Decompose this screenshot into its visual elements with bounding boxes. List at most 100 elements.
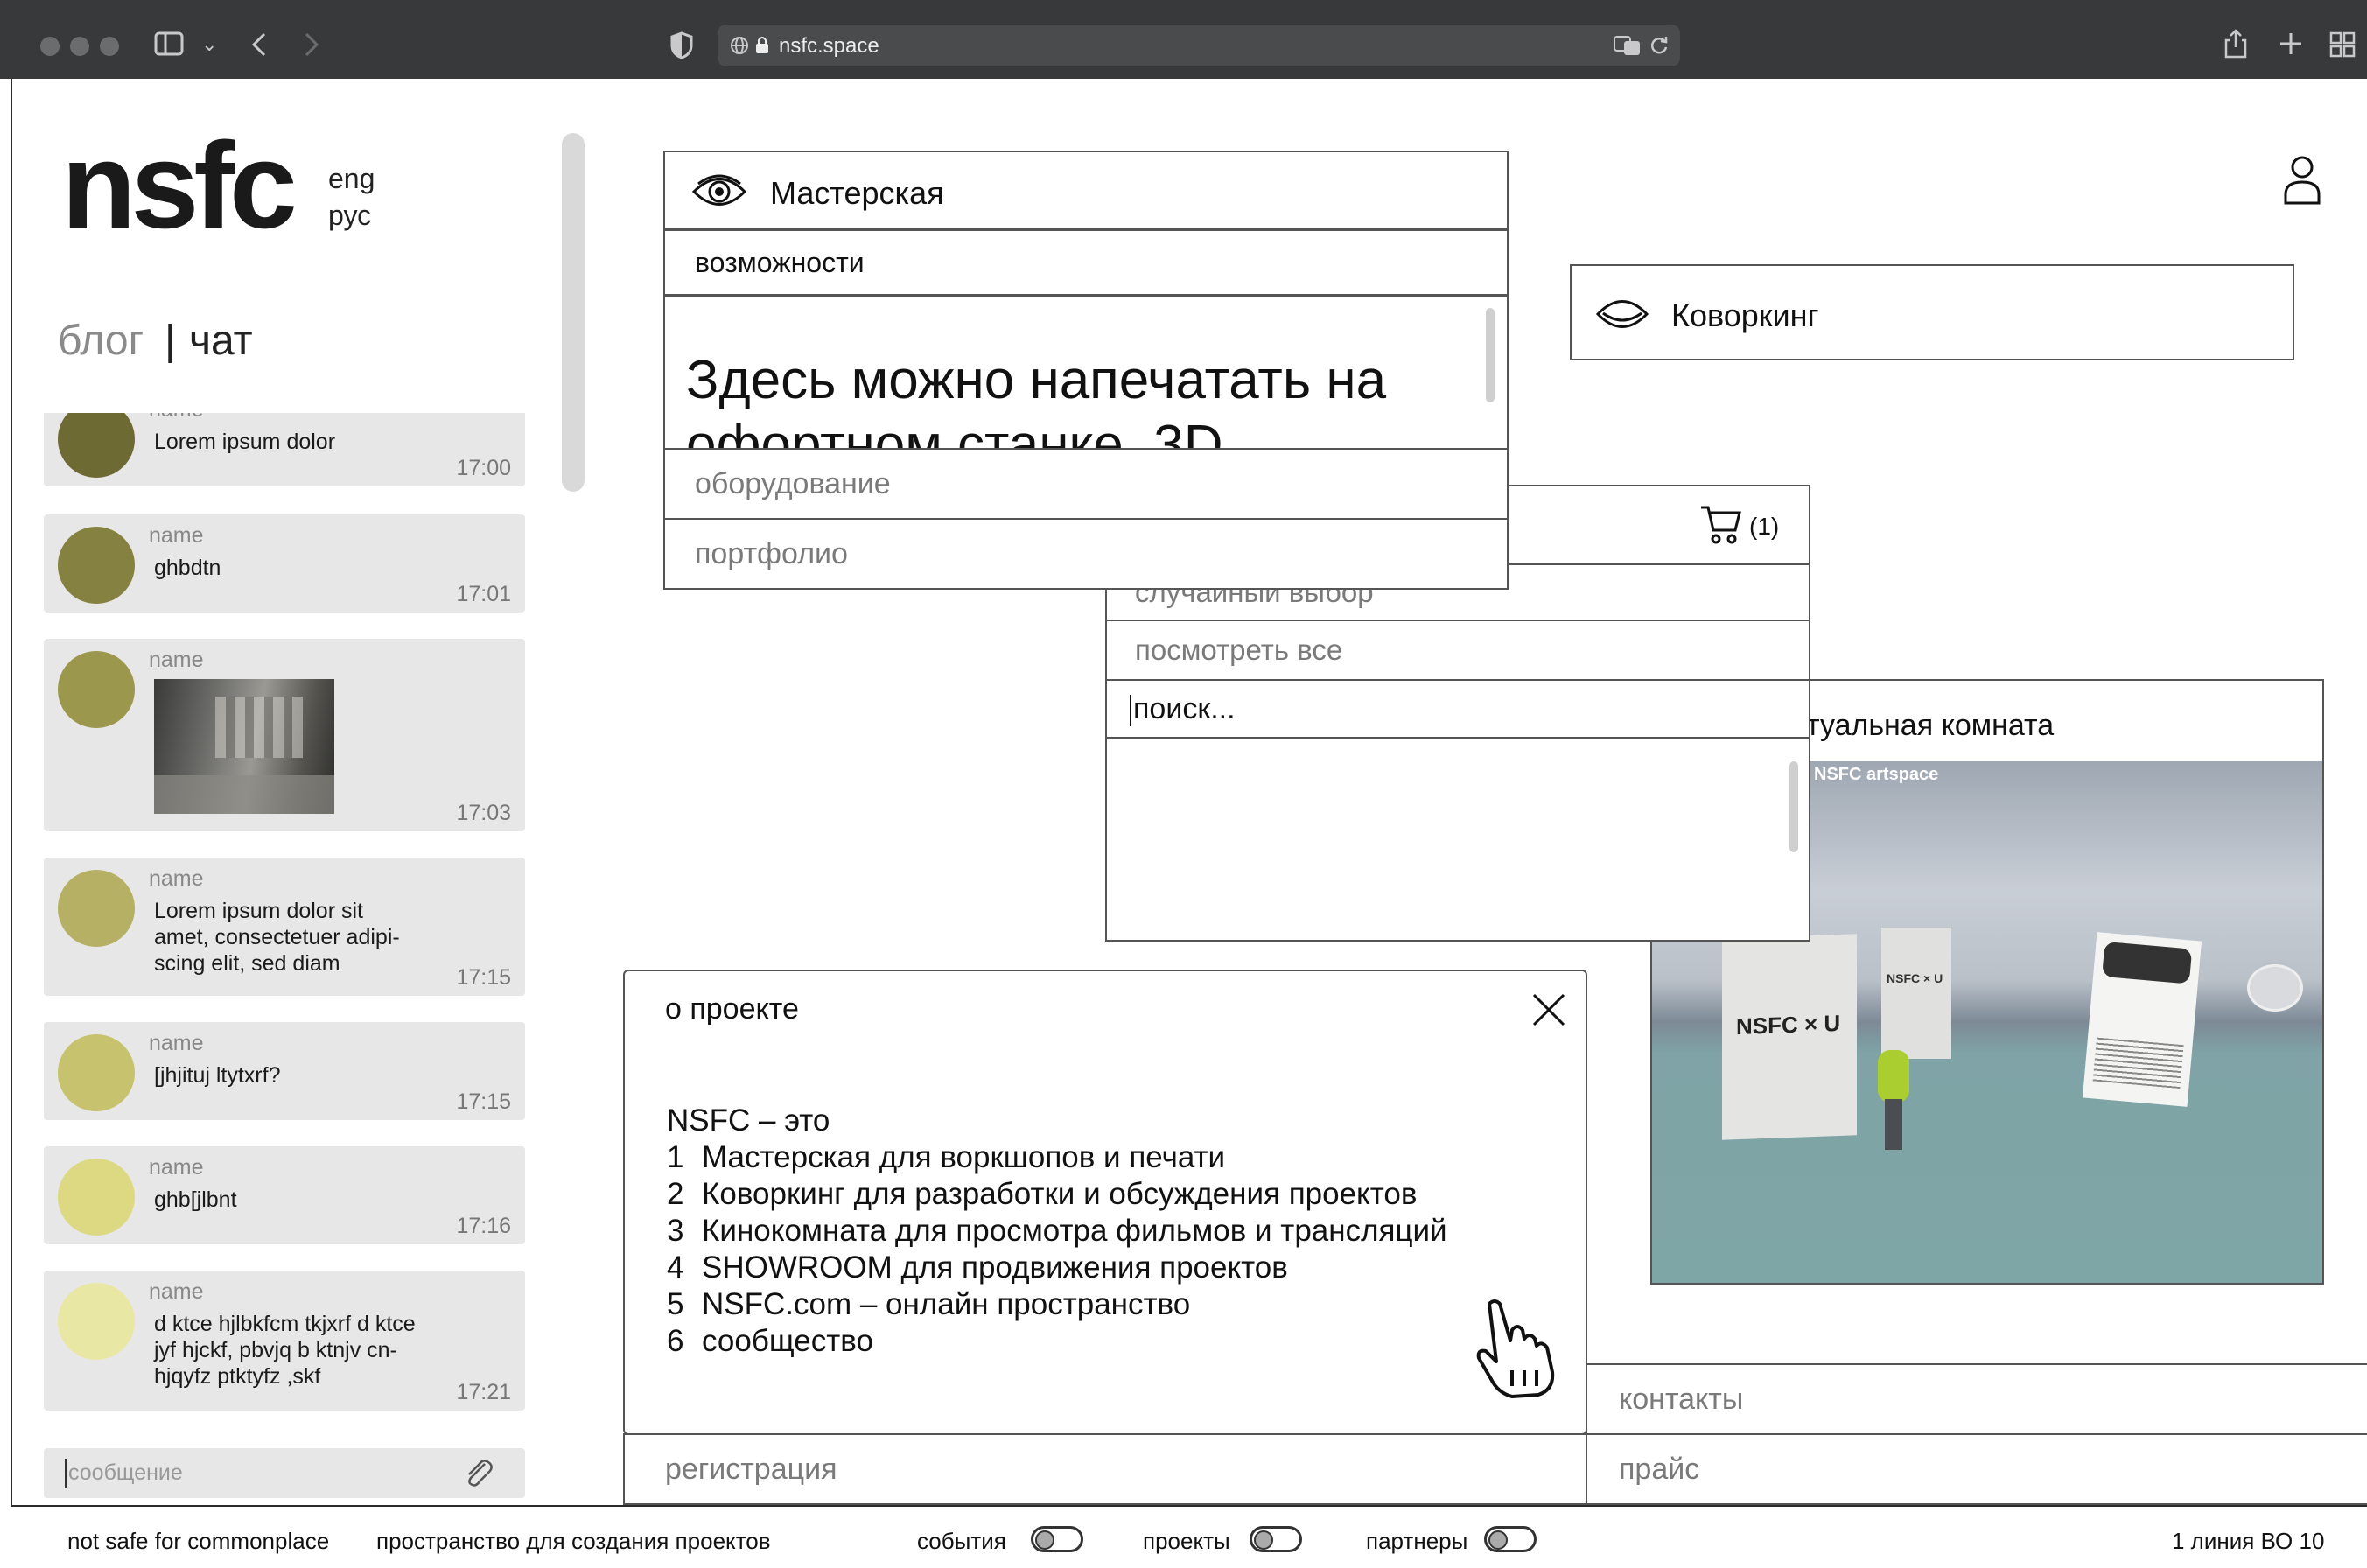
avatar <box>58 1158 135 1236</box>
closed-eye-icon <box>1595 300 1649 328</box>
minimize-window-button[interactable] <box>70 37 89 56</box>
workshop-description: Здесь можно напечатать на офортном станк… <box>663 296 1509 450</box>
tab-overview-icon[interactable] <box>2329 32 2356 58</box>
tab-chat[interactable]: чат <box>189 317 253 365</box>
workshop-tab-equipment[interactable]: оборудование <box>663 448 1509 520</box>
message-time: 17:21 <box>456 1380 511 1404</box>
about-intro: NSFC – это <box>667 1103 830 1138</box>
message-time: 17:01 <box>456 582 511 606</box>
sidebar-toggle-icon[interactable] <box>154 32 186 58</box>
toggle-projects[interactable] <box>1250 1526 1302 1552</box>
message-author: name <box>149 523 204 548</box>
user-icon[interactable] <box>2282 154 2322 205</box>
pointer-hand-icon <box>1476 1299 1555 1398</box>
cart-icon[interactable] <box>1698 502 1742 546</box>
close-window-button[interactable] <box>40 37 60 56</box>
lang-eng-link[interactable]: eng <box>328 163 375 195</box>
message-time: 17:15 <box>456 1089 511 1114</box>
avatar <box>58 1283 135 1360</box>
about-title: о проекте <box>665 992 799 1026</box>
workshop-description-text: Здесь можно напечатать на офортном станк… <box>686 350 1387 450</box>
shop-search-input[interactable]: поиск... <box>1105 679 1810 738</box>
close-icon[interactable] <box>1531 992 1566 1027</box>
avatar-figure <box>1878 1050 1909 1102</box>
lang-rus-link[interactable]: рус <box>328 200 371 232</box>
tab-blog[interactable]: блог <box>58 317 144 365</box>
toggle-events[interactable] <box>1031 1526 1083 1552</box>
message-time: 17:03 <box>456 801 511 825</box>
paperclip-icon[interactable] <box>462 1457 494 1490</box>
toggle-partners-label: партнеры <box>1366 1528 1468 1554</box>
coworking-button[interactable]: Коворкинг <box>1570 264 2294 360</box>
chat-message: name Lorem ipsum dolor sit amet, consect… <box>44 858 525 996</box>
workshop-header[interactable]: Мастерская <box>663 150 1509 229</box>
message-photo[interactable] <box>154 679 334 814</box>
chat-message: name Lorem ipsum dolor 17:00 <box>44 413 525 486</box>
portal-orb[interactable] <box>2247 964 2303 1012</box>
footer-tagline: not safe for commonplace <box>67 1528 330 1554</box>
about-item: 6 сообщество <box>667 1324 873 1358</box>
price-link[interactable]: прайс <box>1586 1433 2367 1505</box>
about-item: 3 Кинокомната для просмотра фильмов и тра… <box>667 1214 1447 1248</box>
footer-address: 1 линия ВО 10 <box>2172 1528 2325 1554</box>
chat-messages: name Lorem ipsum dolor 17:00 name ghbdtn… <box>35 413 538 1498</box>
message-author: name <box>149 648 204 672</box>
zoom-window-button[interactable] <box>100 37 119 56</box>
workshop-title: Мастерская <box>770 175 944 211</box>
coworking-title: Коворкинг <box>1671 298 1819 333</box>
forward-icon[interactable] <box>303 32 320 58</box>
chevron-down-icon[interactable]: ⌄ <box>201 32 217 58</box>
shield-icon[interactable] <box>670 32 693 60</box>
back-icon[interactable] <box>250 32 268 58</box>
avatar <box>58 870 135 947</box>
address-bar[interactable]: nsfc.space <box>718 24 1680 66</box>
chat-message: name [jhjituj ltytxrf? 17:15 <box>44 1022 525 1120</box>
toggle-partners[interactable] <box>1484 1526 1537 1552</box>
avatar-legs <box>1885 1099 1902 1150</box>
workshop-tab-features[interactable]: возможности <box>663 229 1509 296</box>
message-text: ghbdtn <box>154 556 221 580</box>
lock-icon <box>756 37 768 53</box>
chat-message: name 17:03 <box>44 639 525 831</box>
message-author: name <box>149 413 204 423</box>
shop-search-text: поиск... <box>1133 691 1236 725</box>
message-text: d ktce hjlbkfcm tkjxrf d ktce jyf hjckf,… <box>154 1312 416 1389</box>
registration-link[interactable]: регистрация <box>623 1433 1587 1505</box>
virtual-room-title: туальная комната <box>1806 709 2055 742</box>
contacts-link[interactable]: контакты <box>1586 1363 2367 1435</box>
message-time: 17:16 <box>456 1214 511 1238</box>
about-modal: о проекте NSFC – это 1 Мастерская для вор… <box>623 970 1587 1435</box>
message-text: Lorem ipsum dolor sit amet, consectetuer… <box>154 899 400 976</box>
message-input-placeholder: сообщение <box>68 1460 183 1485</box>
about-item: 2 Коворкинг для разработки и обсуждения п… <box>667 1177 1418 1211</box>
shop-view-all-button[interactable]: посмотреть все <box>1105 620 1810 681</box>
text-cursor <box>1130 695 1131 726</box>
footer: not safe for commonplace пространство дл… <box>11 1505 2367 1568</box>
reload-icon[interactable] <box>1649 35 1670 56</box>
about-item: 4 SHOWROOM для продвижения проектов <box>667 1250 1288 1284</box>
new-tab-icon[interactable] <box>2279 32 2303 56</box>
exhibit-poster[interactable] <box>2082 932 2202 1107</box>
exhibit-panel[interactable]: NSFC × U <box>1881 928 1951 1059</box>
globe-icon <box>731 37 748 54</box>
results-scrollbar[interactable] <box>1789 761 1798 852</box>
translate-icon[interactable] <box>1614 35 1642 56</box>
sidebar-scrollbar[interactable] <box>562 133 585 492</box>
site-logo[interactable]: nsfc <box>61 124 298 247</box>
message-text: ghb[jlbnt <box>154 1187 237 1212</box>
message-author: name <box>149 866 204 891</box>
share-icon[interactable] <box>2223 28 2249 60</box>
message-input[interactable]: сообщение <box>44 1448 525 1498</box>
toggle-projects-label: проекты <box>1143 1528 1230 1554</box>
about-list: 1 Мастерская для воркшопов и печати 2 Ково… <box>667 1139 1447 1360</box>
message-time: 17:15 <box>456 965 511 990</box>
workshop-tab-portfolio[interactable]: портфолио <box>663 518 1509 590</box>
chat-message: name d ktce hjlbkfcm tkjxrf d ktce jyf h… <box>44 1270 525 1410</box>
message-author: name <box>149 1279 204 1304</box>
exhibit-panel[interactable]: NSFC × U <box>1722 934 1857 1140</box>
message-text: [jhjituj ltytxrf? <box>154 1063 281 1088</box>
description-scrollbar[interactable] <box>1486 308 1495 402</box>
tab-separator: | <box>165 318 176 364</box>
url-text: nsfc.space <box>779 34 879 58</box>
message-text: Lorem ipsum dolor <box>154 430 336 454</box>
